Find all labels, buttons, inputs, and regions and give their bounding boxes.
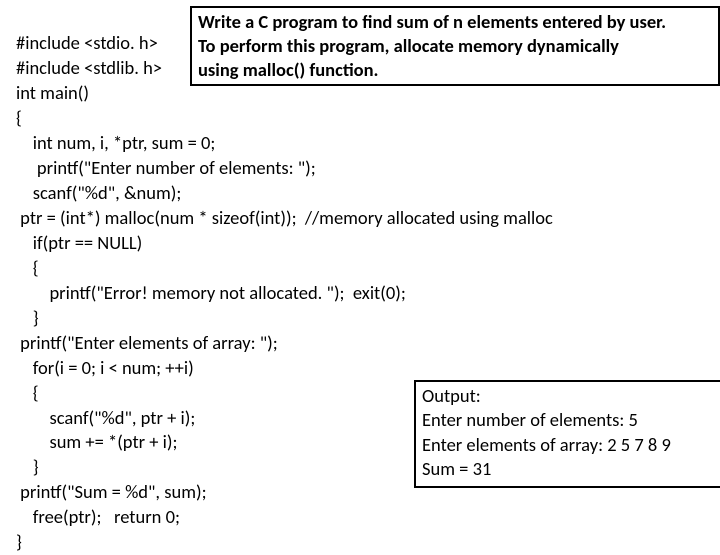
- code-line: for(i = 0; i < num; ++i): [16, 356, 194, 379]
- code-line: {: [16, 381, 39, 404]
- prompt-box: Write a C program to find sum of n eleme…: [190, 6, 720, 86]
- code-line: printf("Enter number of elements: ");: [16, 156, 316, 179]
- code-line: ptr = (int*) malloc(num * sizeof(int)); …: [16, 206, 553, 229]
- code-line: int num, i, *ptr, sum = 0;: [16, 131, 215, 154]
- code-line: }: [16, 306, 39, 329]
- code-line: #include <stdlib. h>: [16, 56, 162, 79]
- prompt-line: Write a C program to find sum of n eleme…: [198, 10, 712, 34]
- output-box: Output: Enter number of elements: 5 Ente…: [414, 380, 720, 488]
- code-line: }: [16, 455, 39, 478]
- code-line: int main(): [16, 81, 89, 104]
- output-line: Output:: [422, 384, 714, 408]
- output-line: Enter elements of array: 2 5 7 8 9: [422, 433, 714, 457]
- code-line: printf("Error! memory not allocated. ");…: [16, 281, 406, 304]
- code-line: {: [16, 256, 39, 279]
- code-line: printf("Sum = %d", sum);: [16, 480, 207, 503]
- code-line: scanf("%d", ptr + i);: [16, 406, 195, 429]
- code-line: #include <stdio. h>: [16, 31, 158, 54]
- output-line: Sum = 31: [422, 457, 714, 481]
- code-line: sum += *(ptr + i);: [16, 430, 177, 453]
- output-line: Enter number of elements: 5: [422, 408, 714, 432]
- prompt-line: To perform this program, allocate memory…: [198, 34, 712, 58]
- code-line: printf("Enter elements of array: ");: [16, 331, 278, 354]
- code-line: {: [16, 106, 22, 129]
- prompt-line: using malloc() function.: [198, 58, 712, 82]
- code-line: scanf("%d", &num);: [16, 181, 181, 204]
- code-line: if(ptr == NULL): [16, 231, 142, 254]
- code-line: }: [16, 530, 22, 553]
- code-line: free(ptr); return 0;: [16, 505, 180, 528]
